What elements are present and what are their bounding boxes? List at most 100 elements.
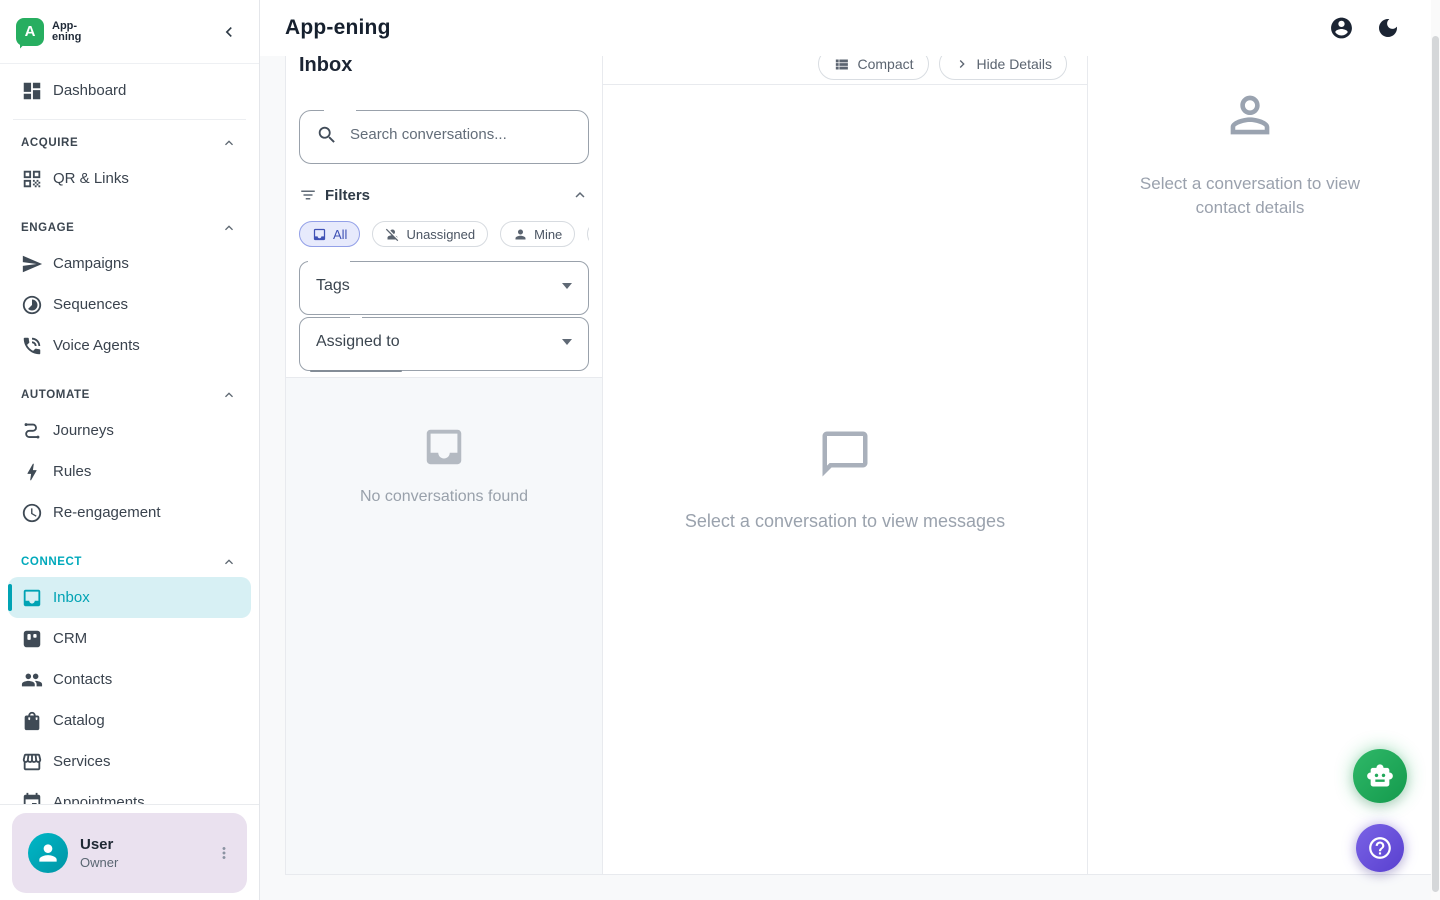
chip-unread[interactable]: Unread xyxy=(587,221,589,247)
qr-code-icon xyxy=(21,168,43,190)
sequence-icon xyxy=(21,294,43,316)
sidebar-section-acquire[interactable]: ACQUIRE xyxy=(8,128,251,158)
tags-select[interactable]: Tags xyxy=(299,259,589,315)
search-input[interactable] xyxy=(350,126,572,143)
user-menu-button[interactable] xyxy=(211,840,237,866)
sidebar-item-campaigns[interactable]: Campaigns xyxy=(8,243,251,284)
sidebar-item-label: Inbox xyxy=(53,589,90,606)
sidebar-item-label: Dashboard xyxy=(53,82,126,99)
inbox-panel: Inbox Filters All xyxy=(285,56,603,875)
compact-button[interactable]: Compact xyxy=(818,56,928,80)
inbox-title: Inbox xyxy=(299,56,589,80)
sidebar-item-appointments[interactable]: Appointments xyxy=(8,782,251,804)
page-title: App-ening xyxy=(285,16,391,40)
voice-phone-icon xyxy=(21,335,43,357)
chip-mine[interactable]: Mine xyxy=(500,221,575,247)
account-button[interactable] xyxy=(1327,14,1356,43)
user-name: User xyxy=(80,836,118,853)
search-field[interactable] xyxy=(299,108,589,164)
tags-label: Tags xyxy=(316,277,350,295)
chip-unassigned[interactable]: Unassigned xyxy=(372,221,488,247)
sidebar-item-services[interactable]: Services xyxy=(8,741,251,782)
person-off-icon xyxy=(385,227,400,242)
calendar-icon xyxy=(21,792,43,805)
divider xyxy=(13,119,246,120)
scrollbar-thumb[interactable] xyxy=(1432,36,1439,892)
account-circle-icon xyxy=(1329,16,1354,41)
empty-details-text: Select a conversation to view contact de… xyxy=(1125,172,1375,220)
sidebar-item-label: Journeys xyxy=(53,422,114,439)
app-logo-icon: A xyxy=(16,18,44,46)
sidebar-item-label: QR & Links xyxy=(53,170,129,187)
dark-mode-button[interactable] xyxy=(1374,14,1402,42)
sidebar-item-inbox[interactable]: Inbox xyxy=(8,577,251,618)
sidebar-nav: Dashboard ACQUIRE QR & Links ENGAGE Camp… xyxy=(0,64,259,804)
view-list-icon xyxy=(833,56,850,73)
help-fab[interactable] xyxy=(1356,824,1404,872)
send-icon xyxy=(21,253,43,275)
assigned-to-label: Assigned to xyxy=(316,333,400,351)
chip-all[interactable]: All xyxy=(299,221,360,247)
sidebar-item-rules[interactable]: Rules xyxy=(8,451,251,492)
top-bar: App-ening xyxy=(260,0,1440,56)
hide-details-button[interactable]: Hide Details xyxy=(939,56,1067,80)
sidebar-item-sequences[interactable]: Sequences xyxy=(8,284,251,325)
empty-conversations-text: No conversations found xyxy=(360,488,528,506)
sidebar-item-label: Appointments xyxy=(53,794,145,804)
app-logo: A App- ening xyxy=(16,18,81,46)
sidebar-item-label: Re-engagement xyxy=(53,504,161,521)
section-label: ACQUIRE xyxy=(21,137,78,149)
dashboard-icon xyxy=(21,80,43,102)
person-outline-icon xyxy=(1221,86,1279,144)
main-content: Inbox Filters All xyxy=(260,56,1440,900)
bolt-icon xyxy=(21,461,43,483)
storefront-icon xyxy=(21,751,43,773)
sidebar-section-engage[interactable]: ENGAGE xyxy=(8,213,251,243)
filter-chips: All Unassigned Mine Unread xyxy=(299,221,589,249)
person-icon xyxy=(35,840,61,866)
sidebar-item-catalog[interactable]: Catalog xyxy=(8,700,251,741)
sidebar-item-crm[interactable]: CRM xyxy=(8,618,251,659)
logo-text: App- ening xyxy=(52,21,81,43)
sidebar-header: A App- ening xyxy=(0,0,259,64)
inbox-icon xyxy=(312,227,327,242)
chat-bubble-icon xyxy=(818,427,872,481)
user-info: User Owner xyxy=(80,836,118,870)
sidebar-item-label: Voice Agents xyxy=(53,337,140,354)
sidebar-item-dashboard[interactable]: Dashboard xyxy=(8,70,251,111)
assistant-fab[interactable] xyxy=(1353,749,1407,803)
conversation-list: No conversations found xyxy=(286,378,602,874)
assigned-to-select[interactable]: Assigned to xyxy=(299,315,589,371)
sidebar-item-label: Campaigns xyxy=(53,255,129,272)
search-icon xyxy=(316,124,338,146)
section-label: AUTOMATE xyxy=(21,389,90,401)
inbox-empty-icon xyxy=(421,424,467,470)
dark-mode-icon xyxy=(1376,16,1400,40)
sidebar-item-contacts[interactable]: Contacts xyxy=(8,659,251,700)
sidebar-collapse-button[interactable] xyxy=(217,20,241,44)
filters-collapse-button[interactable] xyxy=(571,186,589,204)
chevron-left-icon xyxy=(219,22,239,42)
sidebar-section-automate[interactable]: AUTOMATE xyxy=(8,380,251,410)
page-scrollbar[interactable] xyxy=(1431,0,1440,900)
messages-empty-state: Select a conversation to view messages xyxy=(603,85,1087,874)
section-label: CONNECT xyxy=(21,556,82,568)
divider xyxy=(310,370,402,372)
more-vert-icon xyxy=(215,844,233,862)
inbox-panel-header: Inbox Filters All xyxy=(286,56,602,378)
caret-down-icon xyxy=(562,283,572,289)
sidebar-item-label: Contacts xyxy=(53,671,112,688)
people-icon xyxy=(21,669,43,691)
sidebar-item-qr-links[interactable]: QR & Links xyxy=(8,158,251,199)
user-card[interactable]: User Owner xyxy=(12,813,247,893)
filters-label: Filters xyxy=(325,187,370,204)
route-icon xyxy=(21,420,43,442)
inbox-icon xyxy=(21,587,43,609)
messages-toolbar: Compact Hide Details xyxy=(603,56,1087,85)
sidebar-item-re-engagement[interactable]: Re-engagement xyxy=(8,492,251,533)
filter-icon xyxy=(299,186,317,204)
sidebar-item-voice-agents[interactable]: Voice Agents xyxy=(8,325,251,366)
sidebar-item-journeys[interactable]: Journeys xyxy=(8,410,251,451)
sidebar-section-connect[interactable]: CONNECT xyxy=(8,547,251,577)
person-icon xyxy=(513,227,528,242)
